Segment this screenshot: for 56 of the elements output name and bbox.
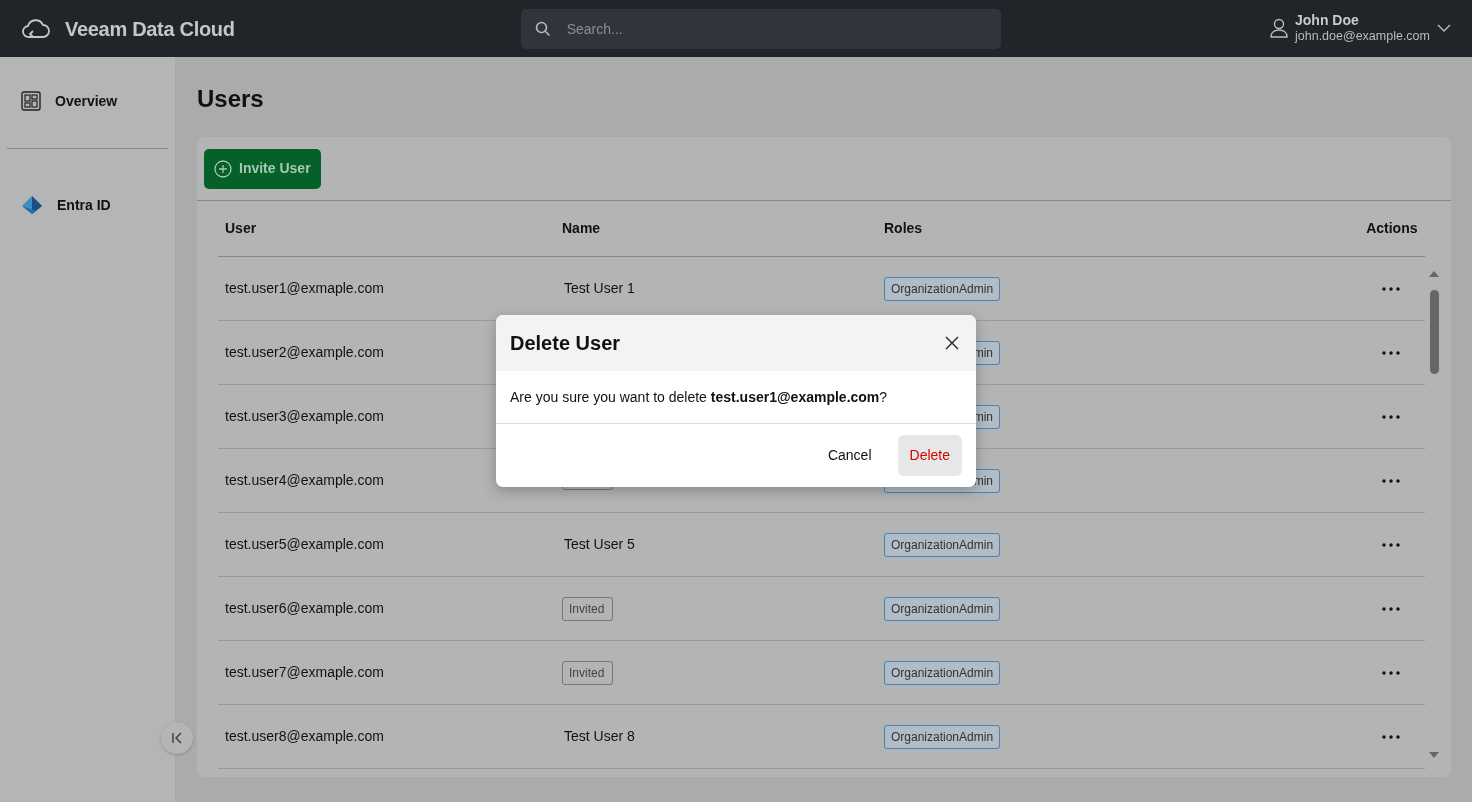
more-icon — [1381, 415, 1400, 420]
more-icon — [1381, 671, 1400, 676]
more-icon — [1381, 351, 1400, 356]
status-tag: Invited — [562, 596, 613, 621]
role-tag: OrganizationAdmin — [884, 724, 1001, 749]
search-field[interactable]: Search... — [520, 8, 1001, 49]
brand-title: Veeam Data Cloud — [65, 16, 235, 42]
column-header: User — [224, 219, 258, 238]
role-tag: OrganizationAdmin — [884, 660, 1001, 685]
dialog-message: Are you sure you want to delete test.user1@example.com? — [510, 387, 888, 407]
dashboard-icon[interactable] — [21, 91, 41, 111]
collapse-icon — [171, 732, 183, 744]
plus-circle-icon — [214, 159, 232, 178]
table-cell-text: Test User 8 — [563, 728, 635, 744]
more-icon — [1381, 479, 1400, 484]
status-tag: Invited — [562, 660, 613, 685]
search-icon — [534, 20, 551, 37]
user-icon — [1270, 18, 1288, 39]
page-title: Users — [197, 84, 265, 114]
column-header: Name — [561, 219, 602, 238]
table-cell-text: test.user5@example.com — [224, 535, 385, 554]
search-input[interactable]: Search... — [564, 9, 987, 48]
collapse-button[interactable] — [161, 722, 193, 754]
table-cell-text: Test User 1 — [563, 280, 635, 296]
table-cell-text: test.user7@exmaple.com — [224, 663, 385, 682]
role-tag: OrganizationAdmin — [884, 276, 1001, 301]
more-icon — [1381, 735, 1400, 740]
more-icon — [1381, 543, 1400, 548]
delete-button[interactable]: Delete — [897, 435, 962, 476]
pyramid-icon[interactable] — [21, 195, 43, 215]
table-cell-text: test.user3@example.com — [224, 407, 385, 426]
chevron-down-icon[interactable] — [1437, 23, 1451, 34]
role-tag: OrganizationAdmin — [884, 596, 1001, 621]
invite-user-button[interactable]: Invite User — [204, 148, 321, 189]
user-email: john.doe@example.com — [1295, 28, 1430, 44]
table-cell-text: test.user4@example.com — [224, 471, 385, 490]
more-icon — [1381, 287, 1400, 292]
sidebar-item[interactable]: Entra ID — [7, 175, 168, 235]
scroll-up-icon[interactable] — [1428, 270, 1440, 279]
cloud-icon — [21, 16, 51, 41]
user-name: John Doe — [1295, 13, 1360, 29]
table-cell-text: test.user1@exmaple.com — [224, 279, 385, 298]
table-cell-text: test.user6@example.com — [224, 599, 385, 618]
role-tag: OrganizationAdmin — [884, 532, 1001, 557]
dialog-title: Delete User — [510, 331, 621, 356]
scroll-down-icon[interactable] — [1428, 751, 1440, 759]
table-cell-text: test.user8@example.com — [224, 727, 385, 746]
column-header: Roles — [883, 219, 924, 238]
user-menu[interactable]: John Doe john.doe@example.com — [1270, 13, 1451, 44]
cancel-button[interactable]: Cancel — [815, 435, 884, 476]
more-icon — [1381, 607, 1400, 612]
close-icon — [944, 336, 959, 350]
scrollbar-thumb[interactable] — [1430, 290, 1439, 374]
sidebar-item[interactable]: Overview — [7, 78, 168, 124]
table-cell-text: Test User 5 — [563, 536, 635, 552]
column-header: Actions — [1365, 219, 1419, 238]
